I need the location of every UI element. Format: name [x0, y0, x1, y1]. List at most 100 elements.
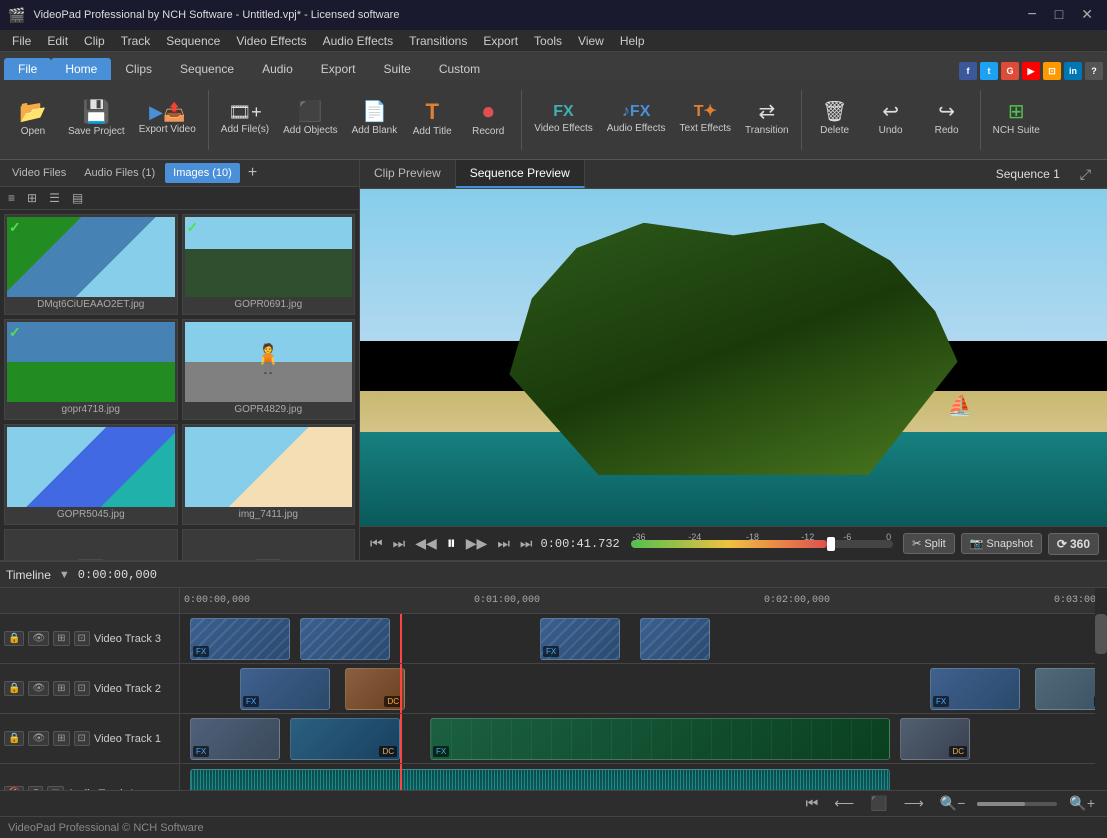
- menu-video-effects[interactable]: Video Effects: [228, 32, 314, 50]
- track-lock-btn[interactable]: 🔒: [4, 631, 24, 646]
- track-row-video2[interactable]: FX DC FX DC: [180, 664, 1095, 714]
- split-button[interactable]: ✂ Split: [903, 533, 955, 554]
- tab-home[interactable]: Home: [51, 58, 111, 80]
- volume-bar[interactable]: -36 -24 -18 -12 -6 0: [631, 540, 894, 548]
- track-grid-btn[interactable]: ⊞: [53, 681, 69, 696]
- rss-icon[interactable]: ⊡: [1043, 62, 1061, 80]
- track-eye-btn[interactable]: 👁: [28, 731, 49, 746]
- tab-clips[interactable]: Clips: [111, 58, 166, 80]
- record-button[interactable]: ⏺ Record: [461, 84, 515, 156]
- tab-suite[interactable]: Suite: [369, 58, 424, 80]
- track-clip[interactable]: [300, 618, 390, 660]
- track-lock-btn[interactable]: 🔒: [4, 681, 24, 696]
- tab-sequence[interactable]: Sequence: [166, 58, 248, 80]
- redo-button[interactable]: ↪ Redo: [920, 84, 974, 156]
- list-item[interactable]: img_7411.jpg: [182, 424, 356, 525]
- export-video-button[interactable]: ▶📤 Export Video: [133, 84, 202, 156]
- timeline-nav-start[interactable]: ⏮: [802, 793, 823, 814]
- timeline-fit[interactable]: ⬛: [866, 793, 891, 814]
- menu-audio-effects[interactable]: Audio Effects: [315, 32, 402, 50]
- track-clip[interactable]: DC: [345, 668, 405, 710]
- next-frame-btn[interactable]: ⏭: [495, 533, 512, 554]
- track-clip[interactable]: DC: [900, 718, 970, 760]
- timeline-zoom-out[interactable]: ⟵: [830, 793, 858, 814]
- track-row-audio1[interactable]: FX 🔊: [180, 764, 1095, 790]
- scrollbar-thumb[interactable]: [1095, 614, 1107, 654]
- track-row-video3[interactable]: FX FX: [180, 614, 1095, 664]
- media-grid-view[interactable]: ⊞: [23, 189, 41, 207]
- track-clip[interactable]: FX: [240, 668, 330, 710]
- tab-export[interactable]: Export: [307, 58, 370, 80]
- volume-handle[interactable]: [827, 537, 835, 551]
- delete-button[interactable]: 🗑 Delete: [808, 84, 862, 156]
- menu-export[interactable]: Export: [475, 32, 526, 50]
- track-grid-btn[interactable]: ⊞: [53, 731, 69, 746]
- track-row-video1[interactable]: FX DC FX DC: [180, 714, 1095, 764]
- track-clip[interactable]: FX: [190, 618, 290, 660]
- media-list-view[interactable]: ☰: [45, 189, 64, 207]
- track-eye-btn[interactable]: 👁: [28, 631, 49, 646]
- add-files-button[interactable]: 🎞+ Add File(s): [215, 84, 275, 156]
- tab-video-files[interactable]: Video Files: [4, 163, 74, 183]
- menu-sequence[interactable]: Sequence: [158, 32, 228, 50]
- track-clip[interactable]: [640, 618, 710, 660]
- menu-help[interactable]: Help: [612, 32, 653, 50]
- track-lock-btn[interactable]: 🔒: [4, 731, 24, 746]
- track-snap-btn[interactable]: ⊡: [74, 631, 90, 646]
- timeline-search-icon[interactable]: 🔍−: [936, 793, 970, 814]
- twitter-icon[interactable]: t: [980, 62, 998, 80]
- menu-tools[interactable]: Tools: [526, 32, 570, 50]
- video-effects-button[interactable]: FX Video Effects: [528, 84, 599, 156]
- undo-button[interactable]: ↩ Undo: [864, 84, 918, 156]
- add-blank-button[interactable]: 📄 Add Blank: [346, 84, 404, 156]
- audio-effects-button[interactable]: ♪FX Audio Effects: [601, 84, 672, 156]
- maximize-btn[interactable]: □: [1049, 6, 1069, 24]
- menu-file[interactable]: File: [4, 32, 39, 50]
- list-item[interactable]: ✓ GOPR0691.jpg: [182, 214, 356, 315]
- menu-edit[interactable]: Edit: [39, 32, 76, 50]
- play-pause-btn[interactable]: ⏸: [445, 531, 458, 556]
- open-button[interactable]: 📂 Open: [6, 84, 60, 156]
- youtube-icon[interactable]: ▶: [1022, 62, 1040, 80]
- linkedin-icon[interactable]: in: [1064, 62, 1082, 80]
- help-icon[interactable]: ?: [1085, 62, 1103, 80]
- track-clip[interactable]: FX: [190, 718, 280, 760]
- media-detail-view[interactable]: ▤: [68, 189, 87, 207]
- timeline-tracks[interactable]: 0:00:00,000 0:01:00,000 0:02:00,000 0:03…: [180, 588, 1095, 790]
- list-item[interactable]: 🧍 GOPR4829.jpg: [182, 319, 356, 420]
- list-item[interactable]: ✓ DMqt6CiUEAAO2ET.jpg: [4, 214, 178, 315]
- forward-btn[interactable]: ▶▶: [464, 533, 490, 554]
- nch-suite-button[interactable]: ⊞ NCH Suite: [987, 84, 1046, 156]
- tab-audio[interactable]: Audio: [248, 58, 307, 80]
- close-btn[interactable]: ✕: [1075, 6, 1099, 24]
- menu-view[interactable]: View: [570, 32, 612, 50]
- audio-clip[interactable]: FX: [190, 769, 890, 790]
- skip-end-btn[interactable]: ⏭: [518, 533, 535, 554]
- text-effects-button[interactable]: T✦ Text Effects: [674, 84, 738, 156]
- track-clip[interactable]: FX: [930, 668, 1020, 710]
- google-icon[interactable]: G: [1001, 62, 1019, 80]
- list-item[interactable]: GOPR5045.jpg: [4, 424, 178, 525]
- list-item[interactable]: 🖼: [182, 529, 356, 560]
- save-button[interactable]: 💾 Save Project: [62, 84, 131, 156]
- expand-icon[interactable]: ⤢: [1072, 162, 1099, 187]
- snapshot-button[interactable]: 📷 Snapshot: [961, 533, 1042, 554]
- menu-transitions[interactable]: Transitions: [401, 32, 475, 50]
- track-snap-btn[interactable]: ⊡: [74, 731, 90, 746]
- track-clip[interactable]: DC: [1035, 668, 1095, 710]
- media-view-toggle[interactable]: ≡: [4, 189, 19, 207]
- zoom-slider[interactable]: [977, 802, 1057, 806]
- timeline-zoom-search-icon[interactable]: 🔍+: [1065, 793, 1099, 814]
- tab-audio-files[interactable]: Audio Files (1): [76, 163, 163, 183]
- tab-custom[interactable]: Custom: [425, 58, 494, 80]
- tab-sequence-preview[interactable]: Sequence Preview: [456, 160, 585, 188]
- add-title-button[interactable]: T Add Title: [405, 84, 459, 156]
- btn-360[interactable]: ⟳ 360: [1048, 533, 1099, 555]
- tab-images[interactable]: Images (10): [165, 163, 240, 183]
- right-scrollbar[interactable]: [1095, 588, 1107, 790]
- menu-track[interactable]: Track: [113, 32, 159, 50]
- track-clip[interactable]: DC: [290, 718, 400, 760]
- skip-start-btn[interactable]: ⏮: [368, 533, 385, 554]
- rewind-btn[interactable]: ◀◀: [413, 533, 439, 554]
- window-controls[interactable]: − □ ✕: [1021, 6, 1099, 24]
